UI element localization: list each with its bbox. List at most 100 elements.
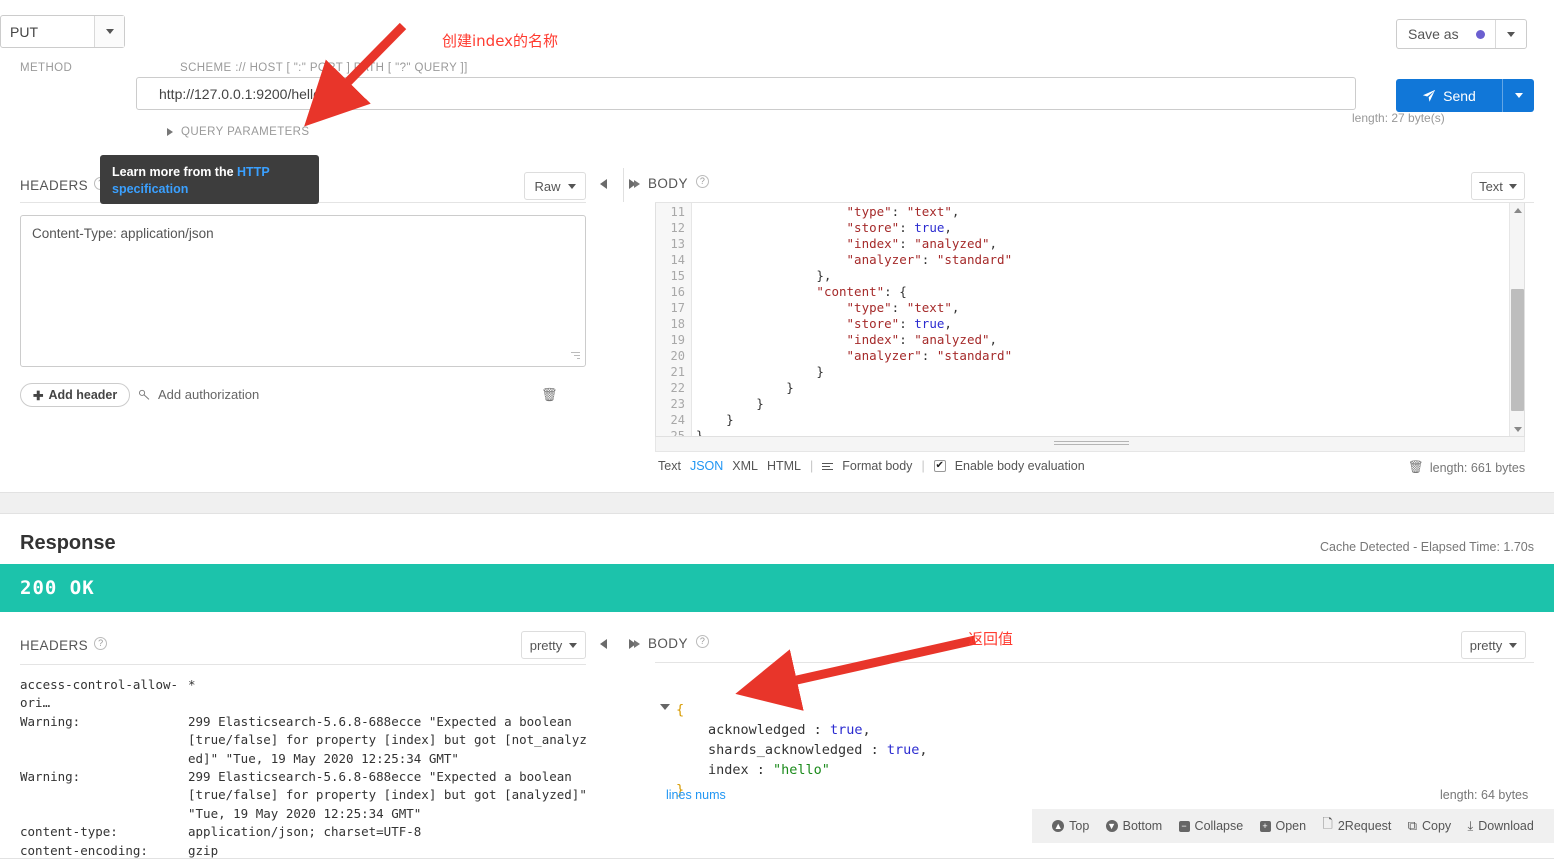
chevron-right-icon[interactable] <box>634 639 640 648</box>
chevron-down-icon <box>1509 642 1518 648</box>
chevron-right-icon[interactable] <box>634 179 640 188</box>
response-body-toolbar: ▲ Top ▼ Bottom − Collapse + Open 🗋 2Request ⧉ Copy ⤓… <box>1032 809 1554 843</box>
collapse-node-icon[interactable] <box>660 704 670 710</box>
request-body-title: BODY ? <box>634 175 709 191</box>
toolbar-download-button[interactable]: ⤓ Download <box>1467 818 1533 834</box>
enable-body-evaluation-checkbox[interactable]: ✔ <box>933 460 946 472</box>
scroll-down-icon[interactable] <box>1510 422 1524 436</box>
add-authorization-button[interactable]: Add authorization <box>138 387 259 402</box>
request-headers-label: HEADERS <box>20 178 89 193</box>
scrollbar-thumb[interactable] <box>1054 441 1129 447</box>
toolbar-2request-button[interactable]: 🗋 2Request <box>1322 815 1391 837</box>
trash-icon[interactable]: 🗑 <box>1408 460 1424 475</box>
collapse-left-icon[interactable] <box>600 179 607 189</box>
send-paper-plane-icon <box>1423 89 1436 102</box>
request-headers-format-select[interactable]: Raw <box>524 172 586 200</box>
response-status-bar: 200 OK <box>0 564 1554 612</box>
body-tab-text[interactable]: Text <box>658 459 681 473</box>
delete-headers-icon[interactable]: 🗑 <box>541 387 558 403</box>
response-body-format-select[interactable]: pretty <box>1461 631 1526 659</box>
add-header-button[interactable]: ✚ Add header <box>20 383 131 407</box>
toolbar-open-button[interactable]: + Open <box>1259 819 1307 833</box>
request-length-label: length: 27 byte(s) <box>1352 111 1445 125</box>
request-body-format-select[interactable]: Text <box>1471 172 1525 200</box>
response-header-value: gzip <box>188 842 219 858</box>
json-separator: : <box>862 742 887 758</box>
textarea-resize-grip[interactable] <box>568 350 580 362</box>
send-button[interactable]: Send <box>1396 79 1534 112</box>
query-parameters-toggle[interactable]: QUERY PARAMETERS <box>167 126 309 138</box>
response-header-name: content-encoding: <box>20 842 148 858</box>
response-header-value: 299 Elasticsearch-5.6.8-688ecce "Expecte… <box>188 713 587 766</box>
format-body-button[interactable]: Format body <box>842 459 912 473</box>
json-separator: : <box>748 762 774 778</box>
download-icon: ⤓ <box>1467 818 1474 833</box>
help-icon[interactable]: ? <box>695 175 709 188</box>
chevron-down-icon <box>1508 183 1517 189</box>
request-body-editor[interactable]: 11 12 13 14 15 16 17 18 19 20 21 22 23 2… <box>655 203 1525 437</box>
method-dropdown-toggle[interactable] <box>94 16 124 47</box>
url-input[interactable]: http://127.0.0.1:9200/hello <box>136 77 1356 110</box>
body-tab-html[interactable]: HTML <box>767 459 801 473</box>
toolbar-bottom-button[interactable]: ▼ Bottom <box>1105 819 1163 833</box>
chevron-down-icon <box>1507 31 1515 37</box>
pane-splitter[interactable] <box>0 492 1554 514</box>
toolbar-item-label: 2Request <box>1337 819 1392 833</box>
response-headers-format-value: pretty <box>529 637 563 653</box>
response-header-value: 299 Elasticsearch-5.6.8-688ecce "Expecte… <box>188 769 587 821</box>
editor-code-area[interactable]: "type": "text", "store": true, "index": … <box>692 203 1524 436</box>
toolbar-copy-button[interactable]: ⧉ Copy <box>1408 818 1451 834</box>
tooltip-link-specification[interactable]: specification <box>112 182 188 196</box>
collapse-left-icon[interactable] <box>600 639 607 649</box>
minus-square-icon: − <box>1178 820 1190 832</box>
editor-line-numbers: 11 12 13 14 15 16 17 18 19 20 21 22 23 2… <box>656 203 692 436</box>
url-label: SCHEME :// HOST [ ":" PORT ] PATH [ "?" … <box>180 62 468 74</box>
editor-horizontal-scrollbar[interactable] <box>655 437 1525 452</box>
scrollbar-thumb[interactable] <box>1511 289 1524 411</box>
method-select[interactable]: PUT <box>0 15 125 48</box>
scroll-up-icon[interactable] <box>1510 203 1524 218</box>
response-meta: Cache Detected - Elapsed Time: 1.70s <box>1319 540 1534 554</box>
request-headers-title: HEADERS ? <box>20 177 108 193</box>
chevron-down-icon <box>105 29 114 34</box>
separator: | <box>810 459 814 473</box>
editor-vertical-scrollbar[interactable] <box>1509 203 1524 436</box>
lines-nums-toggle[interactable]: lines nums <box>666 788 726 802</box>
response-headers-format-select[interactable]: pretty <box>521 631 586 659</box>
send-dropdown-toggle[interactable] <box>1502 79 1534 112</box>
response-header-row: access-control-allow-ori… * <box>20 676 590 713</box>
pane-divider <box>623 168 624 202</box>
toolbar-item-label: Bottom <box>1122 819 1163 833</box>
body-tab-json[interactable]: JSON <box>690 459 723 473</box>
toolbar-collapse-button[interactable]: − Collapse <box>1178 819 1243 833</box>
toolbar-item-label: Download <box>1478 819 1534 833</box>
toolbar-item-label: Top <box>1069 819 1090 833</box>
request-body-footer: Text JSON XML HTML | Format body | ✔ Ena… <box>658 459 1085 473</box>
body-tab-xml[interactable]: XML <box>732 459 758 473</box>
help-icon[interactable]: ? <box>695 635 709 648</box>
add-header-label: Add header <box>48 388 118 402</box>
format-lines-icon <box>822 461 834 472</box>
copy-icon: ⧉ <box>1407 818 1417 833</box>
toolbar-top-button[interactable]: ▲ Top <box>1052 819 1089 833</box>
response-header-name: Warning: <box>20 713 81 729</box>
response-status-text: 200 OK <box>20 577 95 599</box>
response-header-value: application/json; charset=UTF-8 <box>188 824 422 840</box>
toolbar-item-label: Open <box>1275 819 1307 833</box>
json-key: acknowledged <box>708 722 806 738</box>
request-body-length: 🗑 length: 661 bytes <box>1408 460 1525 475</box>
response-header-row: Warning: 299 Elasticsearch-5.6.8-688ecce … <box>20 713 590 768</box>
save-as-button[interactable]: Save as <box>1396 19 1527 49</box>
json-value: true <box>829 722 863 738</box>
annotation-index-name: 创建index的名称 <box>442 32 559 50</box>
response-header-row: Warning: 299 Elasticsearch-5.6.8-688ecce … <box>20 768 590 823</box>
response-title: Response <box>20 532 116 554</box>
request-headers-textarea[interactable]: Content-Type: application/json <box>20 215 586 367</box>
separator: | <box>921 459 925 473</box>
help-icon[interactable]: ? <box>94 637 108 650</box>
method-value: PUT <box>10 23 38 40</box>
tooltip-link-http[interactable]: HTTP <box>237 165 270 179</box>
divider <box>655 662 1534 663</box>
save-as-dropdown-toggle[interactable] <box>1495 20 1526 48</box>
chevron-down-icon <box>1514 93 1523 98</box>
